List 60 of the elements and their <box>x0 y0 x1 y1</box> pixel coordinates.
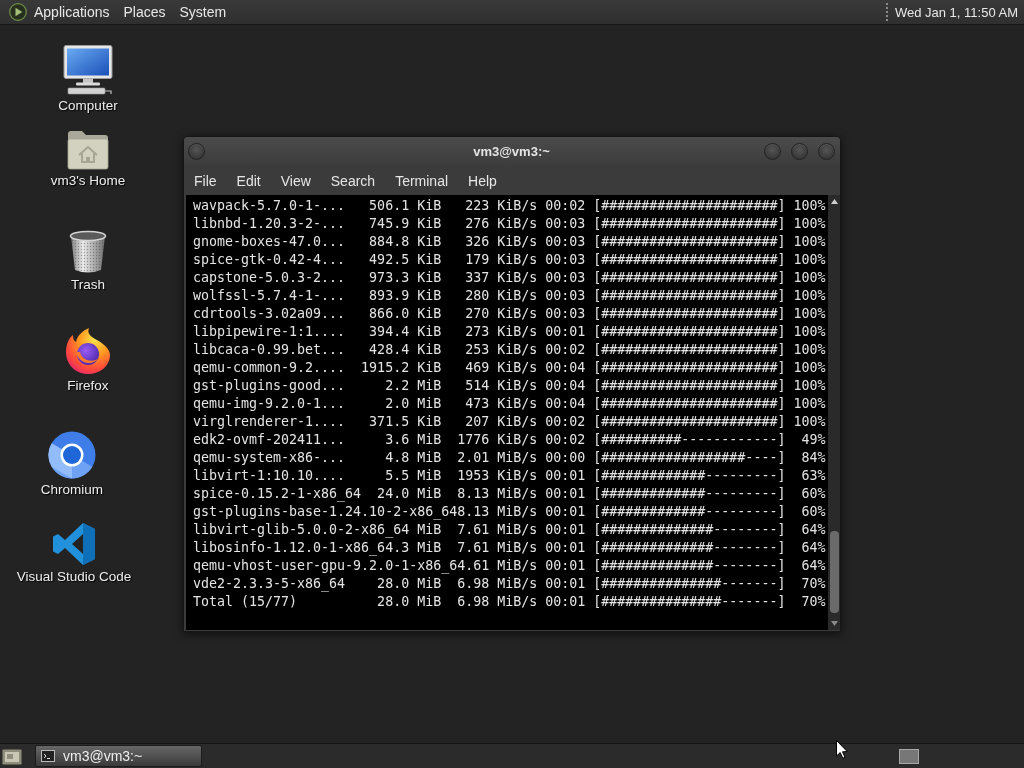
vscode-icon <box>52 522 96 566</box>
menu-item[interactable]: Search <box>320 168 386 193</box>
terminal-icon <box>41 750 55 762</box>
menu-item[interactable]: File <box>184 168 227 193</box>
maximize-button[interactable] <box>791 143 808 160</box>
close-button[interactable] <box>818 143 835 160</box>
terminal-line: qemu-system-x86-... 4.8 MiB 2.01 MiB/s 00:00 [##################----] 84% <box>193 449 826 467</box>
terminal-line: wavpack-5.7.0-1-... 506.1 KiB 223 KiB/s 00:02 [######################] 100% <box>193 197 826 215</box>
trash-can-icon <box>68 230 108 274</box>
panel-menu[interactable]: Applications <box>27 0 117 24</box>
terminal-line: Total (15/77) 28.0 MiB 6.98 MiB/s 00:01 [###############-------] 70% <box>193 593 826 611</box>
terminal-line: gst-plugins-good... 2.2 MiB 514 KiB/s 00:04 [######################] 100% <box>193 377 826 395</box>
terminal-line: cdrtools-3.02a09... 866.0 KiB 270 KiB/s 00:03 [######################] 100% <box>193 305 826 323</box>
terminal-line: libvirt-1:10.10.... 5.5 MiB 1953 KiB/s 00:01 [#############---------] 63% <box>193 467 826 485</box>
scroll-down-arrow-icon[interactable] <box>830 621 838 626</box>
terminal-line: libcaca-0.99.bet... 428.4 KiB 253 KiB/s 00:02 [######################] 100% <box>193 341 826 359</box>
taskbar-button[interactable]: vm3@vm3:~ <box>35 745 202 767</box>
desktop-shortcut[interactable]: Firefox <box>65 327 111 394</box>
terminal-line: spice-0.15.2-1-x86_64 24.0 MiB 8.13 MiB/s 00:01 [#############---------] 60% <box>193 485 826 503</box>
window-menu-button[interactable] <box>188 143 205 160</box>
terminal-line: spice-gtk-0.42-4... 492.5 KiB 179 KiB/s 00:03 [######################] 100% <box>193 251 826 269</box>
terminal-line: libvirt-glib-5.0.0-2-x86_64 MiB 7.61 MiB/s 00:01 [##############--------] 64% <box>193 521 826 539</box>
terminal-line: capstone-5.0.3-2... 973.3 KiB 337 KiB/s 00:03 [######################] 100% <box>193 269 826 287</box>
minimize-button[interactable] <box>764 143 781 160</box>
terminal-line: qemu-img-9.2.0-1... 2.0 MiB 473 KiB/s 00:04 [######################] 100% <box>193 395 826 413</box>
menu-item[interactable]: View <box>270 168 321 193</box>
terminal-line: libnbd-1.20.3-2-... 745.9 KiB 276 KiB/s 00:03 [######################] 100% <box>193 215 826 233</box>
terminal-line: vde2-2.3.3-5-x86_64 28.0 MiB 6.98 MiB/s 00:01 [###############-------] 70% <box>193 575 826 593</box>
desktop-shortcut[interactable]: Trash <box>68 230 108 293</box>
panel-menu[interactable]: Places <box>116 0 173 24</box>
mouse-pointer-icon <box>836 740 848 759</box>
chromium-icon <box>48 431 96 479</box>
menu-item[interactable]: Terminal <box>385 168 459 193</box>
firefox-icon <box>65 327 111 375</box>
panel-menu[interactable]: System <box>172 0 234 24</box>
terminal-line: gst-plugins-base-1.24.10-2-x86_648.13 MiB/s 00:01 [#############---------] 60% <box>193 503 826 521</box>
workspace-switcher[interactable] <box>899 748 919 764</box>
menu-item[interactable]: Edit <box>226 168 271 193</box>
terminal-line: qemu-vhost-user-gpu-9.2.0-1-x86_64.61 MiB/s 00:01 [##############--------] 64% <box>193 557 826 575</box>
scrollbar[interactable] <box>828 195 840 630</box>
scrollbar-thumb[interactable] <box>829 531 839 613</box>
computer-icon <box>62 45 114 95</box>
terminal-line: qemu-common-9.2.... 1915.2 KiB 469 KiB/s 00:04 [######################] 100% <box>193 359 826 377</box>
scroll-up-arrow-icon[interactable] <box>830 199 838 204</box>
clock[interactable]: Wed Jan 1, 11:50 AM <box>894 4 1024 20</box>
desktop-icon[interactable] <box>2 747 22 765</box>
desktop-shortcut[interactable]: Chromium <box>40 431 104 498</box>
window-title: vm3@vm3:~ <box>473 144 550 159</box>
terminal-line: wolfssl-5.7.4-1-... 893.9 KiB 280 KiB/s 00:03 [######################] 100% <box>193 287 826 305</box>
terminal-line: edk2-ovmf-202411... 3.6 MiB 1776 KiB/s 00:02 [##########------------] 49% <box>193 431 826 449</box>
terminal-line: libosinfo-1.12.0-1-x86_64.3 MiB 7.61 MiB/s 00:01 [##############--------] 64% <box>193 539 826 557</box>
desktop-shortcut[interactable]: vm3's Home <box>50 128 126 189</box>
menu-item[interactable]: Help <box>458 168 507 193</box>
desktop-shortcut[interactable]: Computer <box>58 45 118 114</box>
home-folder-icon <box>66 128 110 170</box>
desktop-shortcut[interactable]: Visual Studio Code <box>16 522 132 585</box>
terminal-line: libpipewire-1:1.... 394.4 KiB 273 KiB/s 00:01 [######################] 100% <box>193 323 826 341</box>
terminal-line: virglrenderer-1.... 371.5 KiB 207 KiB/s 00:02 [######################] 100% <box>193 413 826 431</box>
play-circle-icon[interactable] <box>9 3 27 21</box>
terminal-line: gnome-boxes-47.0... 884.8 KiB 326 KiB/s 00:03 [######################] 100% <box>193 233 826 251</box>
